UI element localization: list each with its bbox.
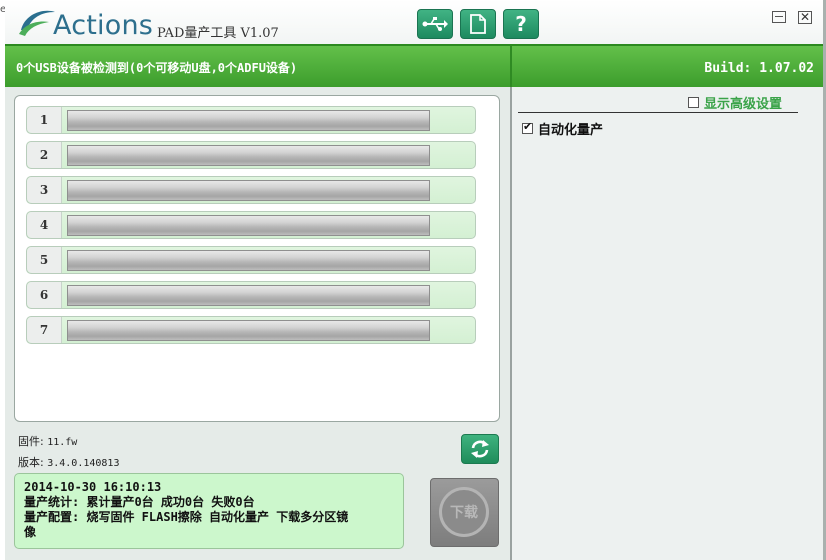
port-list: 1 2 3 4 5 6 7: [14, 95, 500, 422]
port-progress-bar: [67, 285, 430, 306]
port-row: 3: [26, 176, 476, 204]
port-progress-bar: [67, 215, 430, 236]
port-progress-bar: [67, 180, 430, 201]
port-progress-bar: [67, 320, 430, 341]
download-icon: 下载: [439, 487, 489, 537]
settings-divider: [518, 112, 798, 113]
left-panel: 1 2 3 4 5 6 7 固件: 11.fw 版本: 3.4.0.140813 2014-…: [5, 87, 510, 560]
close-button[interactable]: ✕: [798, 11, 812, 24]
app-title: PAD量产工具 V1.07: [157, 26, 279, 41]
auto-produce-label: 自动化量产: [538, 123, 604, 138]
log-config: 量产配置: 烧写固件 FLASH擦除 自动化量产 下载多分区镜: [24, 510, 349, 524]
port-row: 7: [26, 316, 476, 344]
advanced-settings-label: 显示高级设置: [704, 97, 783, 112]
actions-logo: Actions: [15, 6, 165, 42]
app-window: e Actions PAD量产工具 V1.07 ? ✕ 0个USB设备被检测到(…: [0, 0, 826, 560]
auto-produce-checkbox[interactable]: 自动化量产: [522, 119, 603, 138]
port-number: 2: [27, 142, 62, 168]
status-divider: [510, 46, 512, 87]
help-icon: ?: [515, 12, 527, 36]
refresh-button[interactable]: [461, 434, 499, 464]
firmware-value: 11.fw: [47, 437, 78, 448]
document-icon: [470, 14, 486, 34]
port-progress-bar: [67, 110, 430, 131]
version-label: 版本:: [18, 456, 44, 469]
build-version: Build: 1.07.02: [704, 61, 814, 76]
port-number: 1: [27, 107, 62, 133]
port-progress-bar: [67, 145, 430, 166]
port-row: 2: [26, 141, 476, 169]
version-value: 3.4.0.140813: [47, 458, 120, 469]
status-bar: 0个USB设备被检测到(0个可移动U盘,0个ADFU设备) Build: 1.0…: [5, 44, 826, 87]
port-number: 7: [27, 317, 62, 343]
firmware-label: 固件:: [18, 435, 44, 448]
advanced-checkbox-box[interactable]: [688, 97, 699, 108]
logo-text: Actions: [53, 10, 154, 41]
help-button[interactable]: ?: [503, 9, 539, 39]
log-config-cont: 像: [24, 525, 37, 539]
port-number: 3: [27, 177, 62, 203]
device-count-text: 0个USB设备被检测到(0个可移动U盘,0个ADFU设备): [16, 61, 298, 75]
port-row: 1: [26, 106, 476, 134]
usb-icon: [422, 17, 448, 31]
refresh-icon: [471, 440, 489, 458]
port-row: 5: [26, 246, 476, 274]
port-number: 4: [27, 212, 62, 238]
usb-button[interactable]: [417, 9, 453, 39]
minimize-button[interactable]: [772, 11, 786, 23]
download-button[interactable]: 下载: [430, 478, 499, 547]
firmware-info: 固件: 11.fw: [18, 433, 77, 449]
settings-panel: 显示高级设置 自动化量产: [512, 87, 826, 560]
open-file-button[interactable]: [460, 9, 496, 39]
log-timestamp: 2014-10-30 16:10:13: [24, 480, 162, 494]
log-statistics: 量产统计: 累计量产0台 成功0台 失败0台: [24, 495, 255, 509]
port-row: 4: [26, 211, 476, 239]
port-row: 6: [26, 281, 476, 309]
title-bar: Actions PAD量产工具 V1.07 ? ✕: [5, 0, 826, 44]
port-number: 5: [27, 247, 62, 273]
port-progress-bar: [67, 250, 430, 271]
download-label: 下载: [450, 505, 478, 521]
version-info: 版本: 3.4.0.140813: [18, 454, 119, 470]
auto-produce-checkbox-box[interactable]: [522, 120, 533, 134]
log-panel: 2014-10-30 16:10:13 量产统计: 累计量产0台 成功0台 失败…: [14, 473, 404, 549]
show-advanced-settings-checkbox[interactable]: 显示高级设置: [688, 93, 782, 112]
port-number: 6: [27, 282, 62, 308]
